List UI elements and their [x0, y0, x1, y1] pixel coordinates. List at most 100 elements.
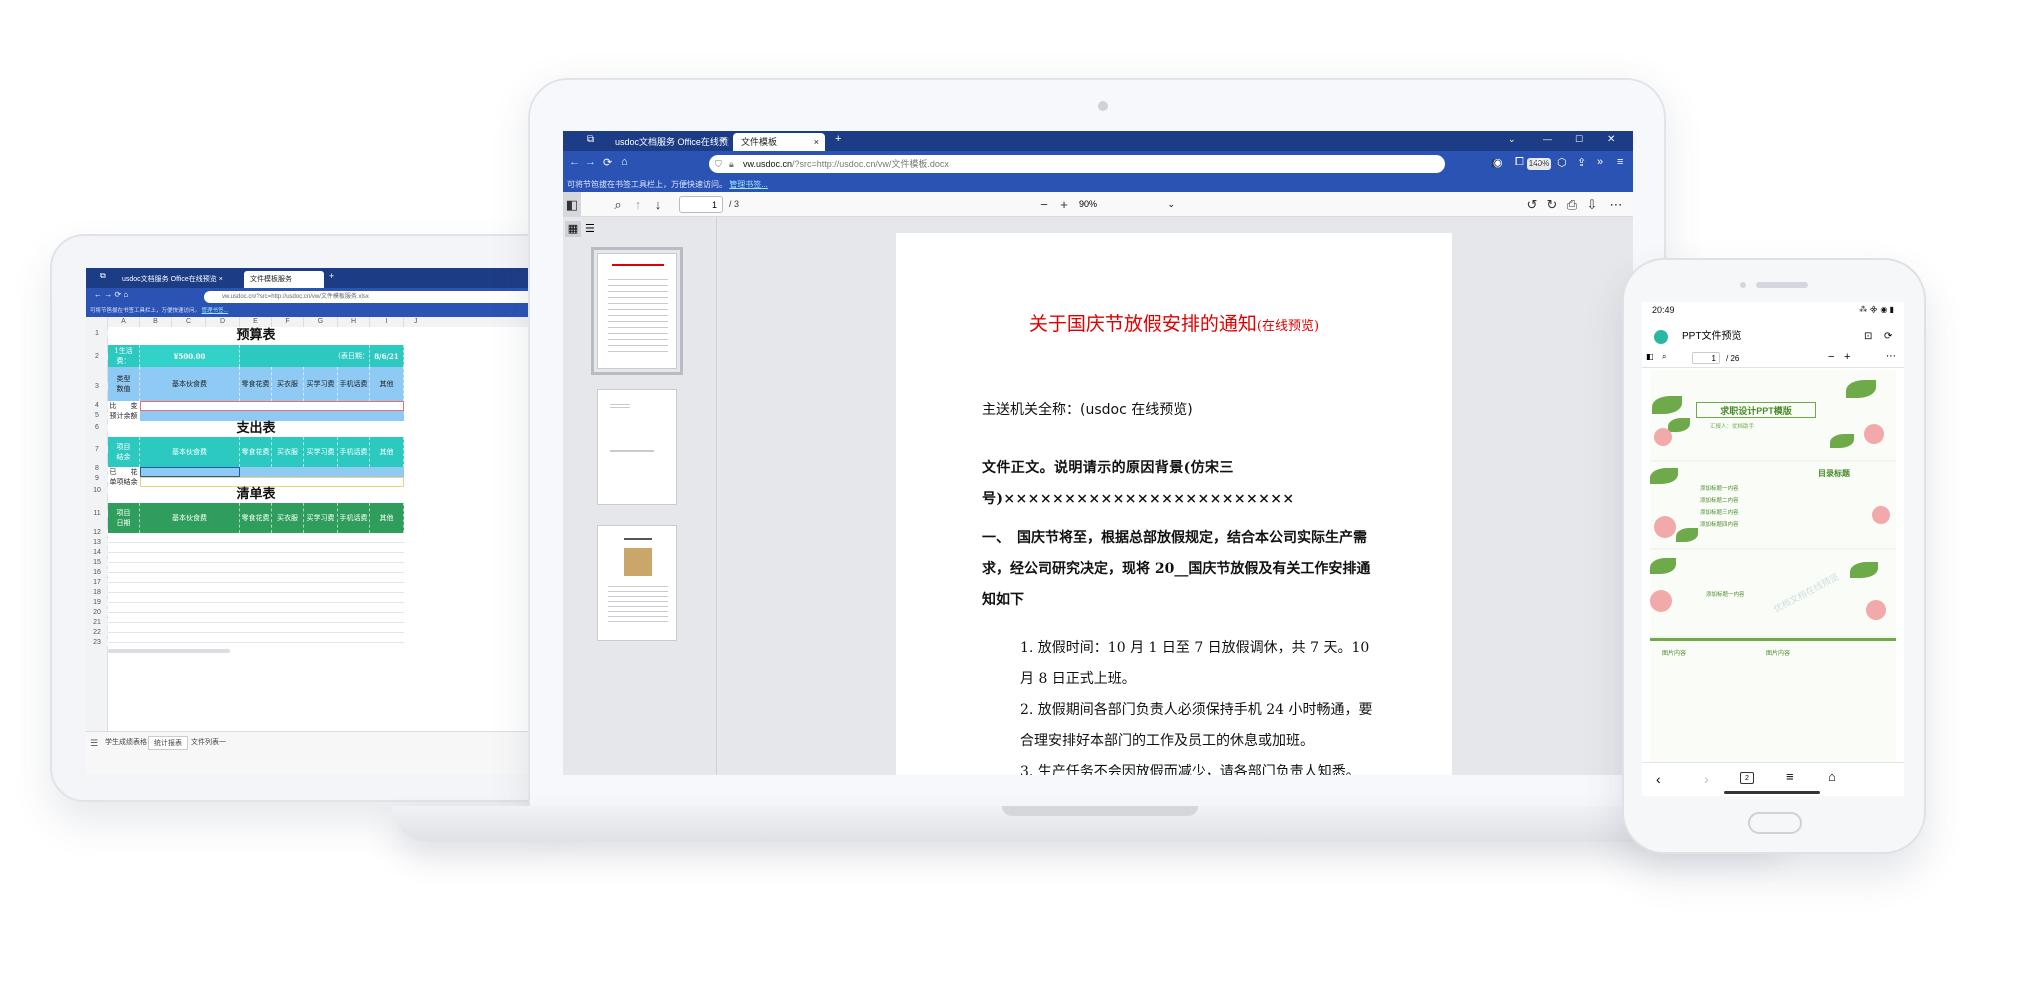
tablet-tab-1[interactable]: usdoc文档服务 Office在线预览 × [116, 271, 242, 288]
row-number[interactable]: 1 [86, 330, 108, 337]
document-viewport[interactable]: 关于国庆节放假安排的通知(在线预览) 主送机关全称：(usdoc 在线预览) 文… [718, 217, 1633, 775]
row-number[interactable]: 12 [86, 529, 108, 536]
col-header-i[interactable]: I [370, 317, 404, 327]
zoom-out-icon[interactable]: − [1035, 192, 1053, 217]
back-icon[interactable]: ← [569, 156, 580, 168]
more-options-icon[interactable]: ⋯ [1886, 351, 1896, 362]
cell-b2[interactable]: ¥500.00 [140, 345, 240, 367]
row-number[interactable]: 17 [86, 579, 108, 586]
nav-back-icon[interactable]: ← → ⟳ ⌂ [94, 290, 128, 299]
cell-h2[interactable]: (表日期： [338, 345, 370, 367]
cell-a8[interactable]: 已 花 [108, 467, 140, 477]
browser-tab-2[interactable]: 文件模板 × [733, 133, 825, 151]
cell-e7[interactable]: 零食花费 [240, 437, 272, 467]
rotate-right-icon[interactable]: ↻ [1543, 192, 1561, 217]
cell-g3[interactable]: 买学习费 [304, 367, 338, 401]
cell-a7[interactable]: 项目 结余 [108, 437, 140, 467]
tab-overview-icon[interactable]: ⧉ [587, 134, 594, 145]
cell-i7[interactable]: 其他 [370, 437, 404, 467]
search-icon[interactable]: ⌕ [609, 192, 627, 217]
search-icon[interactable]: ⌕ [1662, 352, 1666, 362]
sheet-menu-icon[interactable]: ☰ [90, 736, 98, 750]
sheet-tab-1[interactable]: 学生成绩表格 [100, 736, 152, 750]
zoom-select[interactable]: 90% ⌄ [1075, 196, 1183, 213]
next-page-icon[interactable]: ↓ [649, 192, 667, 217]
page-number-input[interactable]: 1 [679, 196, 723, 213]
new-tab-icon[interactable]: + [329, 271, 334, 281]
browser-tab-1[interactable]: usdoc文档服务 Office在线预览 [607, 133, 729, 151]
minimize-icon[interactable]: — [1543, 134, 1552, 144]
col-header-g[interactable]: G [304, 317, 338, 327]
cell-a3[interactable]: 类型 数值 [108, 367, 140, 401]
horizontal-scrollbar[interactable] [108, 649, 230, 653]
row-number[interactable]: 21 [86, 619, 108, 626]
tablet-address-input[interactable]: vw.usdoc.cn/?src=http://usdoc.cn/vw/文件模板… [204, 291, 534, 303]
cell-a5[interactable]: 预计余额 [108, 411, 140, 421]
col-header-d[interactable]: D [206, 317, 240, 327]
col-header-h[interactable]: H [338, 317, 370, 327]
row-number[interactable]: 10 [86, 487, 108, 494]
refresh-icon[interactable]: ⟳ [1884, 324, 1892, 350]
row-number[interactable]: 15 [86, 559, 108, 566]
gesture-bar[interactable] [1724, 791, 1820, 794]
close-window-icon[interactable]: ✕ [1607, 134, 1615, 145]
share-icon[interactable]: ⇪ [1577, 156, 1586, 169]
sheet-tab-3[interactable]: 文件列表一 [186, 736, 231, 750]
cell-h3[interactable]: 手机话费 [338, 367, 370, 401]
back-icon[interactable]: ‹ [1656, 771, 1661, 787]
page-thumbnail-1[interactable] [591, 247, 683, 375]
col-header-j[interactable]: J [404, 317, 538, 327]
tablet-tab-2[interactable]: 文件模板服务 [244, 271, 324, 288]
manage-bookmarks-link[interactable]: 管理书签... [729, 180, 768, 189]
cell-g11[interactable]: 买学习费 [304, 503, 338, 533]
maximize-icon[interactable]: ☐ [1575, 134, 1583, 145]
row-number[interactable]: 7 [86, 446, 108, 453]
extensions-icon[interactable]: ⬡ [1557, 156, 1567, 169]
cell-i2[interactable]: 8/6/21 [370, 345, 404, 367]
chevron-down-icon[interactable]: ⌄ [1508, 134, 1516, 145]
row-number[interactable]: 18 [86, 589, 108, 596]
row9-input[interactable] [140, 477, 404, 487]
close-tab-icon[interactable]: × [721, 134, 726, 144]
thumbnails-view-icon[interactable]: ▦ [565, 221, 581, 237]
sidebar-toggle-icon[interactable]: ◧ [1646, 352, 1654, 361]
row-number[interactable]: 14 [86, 549, 108, 556]
close-tab-icon[interactable]: × [814, 133, 819, 151]
crop-icon[interactable]: ⧠ [1515, 156, 1524, 169]
forward-icon[interactable]: → [585, 156, 596, 168]
cell-g7[interactable]: 买学习费 [304, 437, 338, 467]
cell-i11[interactable]: 其他 [370, 503, 404, 533]
row-number[interactable]: 2 [86, 353, 108, 360]
sheet-tab-2[interactable]: 统计报表 [148, 736, 188, 750]
row-number[interactable]: 23 [86, 639, 108, 646]
row-number[interactable]: 20 [86, 609, 108, 616]
bookmark-icon[interactable]: ⊡ [1864, 324, 1872, 350]
print-icon[interactable]: ⎙ [1563, 192, 1581, 217]
account-icon[interactable]: ◉ [1493, 156, 1503, 169]
row-number[interactable]: 9 [86, 475, 108, 482]
cell-f3[interactable]: 买衣服 [272, 367, 304, 401]
zoom-in-icon[interactable]: + [1055, 192, 1073, 217]
menu-icon[interactable]: ≡ [1786, 769, 1794, 784]
menu-icon[interactable]: ≡ [1617, 156, 1623, 168]
tabs-count-button[interactable]: 2 [1740, 772, 1754, 784]
row4-input[interactable] [140, 401, 404, 411]
corner-cell[interactable] [86, 317, 108, 327]
cell-e3[interactable]: 零食花费 [240, 367, 272, 401]
tab-overview-icon[interactable]: ⧉ [100, 271, 106, 281]
row8-selected-cell[interactable] [140, 467, 240, 477]
overflow-icon[interactable]: » [1597, 156, 1603, 168]
previous-page-icon[interactable]: ↑ [629, 192, 647, 217]
cell-a11[interactable]: 项目 日期 [108, 503, 140, 533]
row-number[interactable]: 22 [86, 629, 108, 636]
sidebar-toggle-icon[interactable]: ◧ [563, 192, 581, 217]
col-header-b[interactable]: B [140, 317, 172, 327]
cell-a2[interactable]: 1生活费： [108, 345, 140, 367]
address-input[interactable]: ⛉ 🔒︎ vw.usdoc.cn/?src=http://usdoc.cn/vw… [709, 155, 1564, 173]
zoom-out-icon[interactable]: − [1828, 351, 1834, 363]
empty-grid-rows[interactable] [108, 533, 404, 649]
row-number[interactable]: 5 [86, 412, 108, 419]
row-number[interactable]: 19 [86, 599, 108, 606]
col-header-c[interactable]: C [172, 317, 206, 327]
row-number[interactable]: 6 [86, 424, 108, 431]
